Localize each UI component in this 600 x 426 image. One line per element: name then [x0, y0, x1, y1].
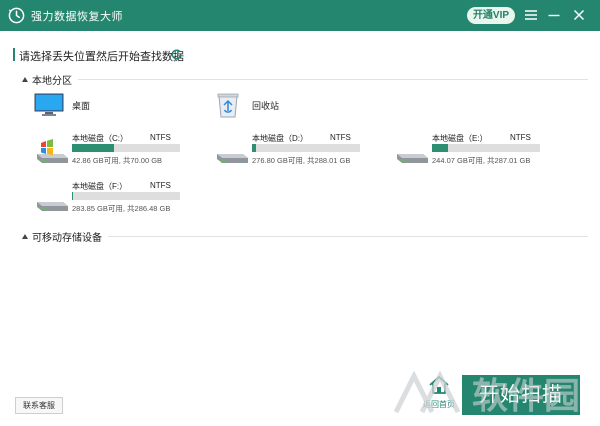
drive-name: 本地磁盘（E:） — [432, 134, 488, 143]
section-divider — [108, 236, 588, 237]
section-divider — [78, 79, 588, 80]
location-recycle-bin[interactable]: 回收站 — [216, 92, 279, 118]
desktop-monitor-icon — [34, 93, 64, 116]
section-label: 可移动存储设备 — [32, 233, 102, 244]
refresh-icon[interactable] — [170, 48, 183, 61]
drive-size-text: 276.80 GB可用, 共288.01 GB — [252, 156, 351, 165]
collapse-triangle-icon[interactable] — [22, 234, 28, 239]
drive-name: 本地磁盘（C:） — [72, 134, 128, 143]
windows-system-drive-icon — [37, 139, 68, 163]
drive-usage-bar — [72, 144, 180, 152]
home-icon — [429, 375, 449, 394]
page-prompt: 请选择丢失位置然后开始查找数据 — [19, 51, 184, 63]
location-label: 桌面 — [72, 100, 91, 111]
section-label: 本地分区 — [32, 76, 72, 87]
title-bar: 强力数据恢复大师 开通VIP — [0, 0, 600, 31]
back-home-label: 返回首页 — [423, 400, 455, 409]
drive-usage-bar — [72, 192, 180, 200]
minimize-icon[interactable] — [545, 6, 563, 24]
start-scan-button[interactable]: 开始扫描 — [462, 375, 580, 415]
drive-c[interactable]: 本地磁盘（C:） NTFS 42.86 GB可用, 共70.00 GB — [35, 133, 185, 173]
drive-size-text: 42.86 GB可用, 共70.00 GB — [72, 156, 163, 165]
hard-drive-icon — [397, 154, 428, 163]
drive-usage-bar — [432, 144, 540, 152]
drive-usage-fill — [72, 144, 115, 152]
contact-support-button[interactable]: 联系客服 — [15, 397, 63, 414]
drive-filesystem: NTFS — [150, 181, 171, 190]
drive-name: 本地磁盘（D:） — [252, 134, 308, 143]
recycle-bin-icon — [217, 93, 239, 118]
hard-drive-icon — [37, 202, 68, 211]
close-icon[interactable] — [570, 6, 588, 24]
collapse-triangle-icon[interactable] — [22, 77, 28, 82]
drive-usage-fill — [72, 192, 74, 200]
drive-d[interactable]: 本地磁盘（D:） NTFS 276.80 GB可用, 共288.01 GB — [215, 133, 365, 173]
header-accent-bar — [13, 48, 15, 61]
location-desktop[interactable]: 桌面 — [34, 93, 90, 117]
hamburger-menu-icon[interactable] — [522, 6, 540, 24]
app-title: 强力数据恢复大师 — [31, 11, 123, 23]
drive-usage-fill — [432, 144, 449, 152]
removable-storage-section[interactable]: 可移动存储设备 — [22, 229, 588, 244]
drive-size-text: 244.07 GB可用, 共287.01 GB — [432, 156, 531, 165]
local-partition-section[interactable]: 本地分区 — [22, 72, 588, 87]
recovery-logo-icon — [8, 7, 25, 24]
hard-drive-icon — [217, 154, 248, 163]
open-vip-button[interactable]: 开通VIP — [467, 7, 515, 24]
drive-usage-fill — [252, 144, 257, 152]
drive-f[interactable]: 本地磁盘（F:） NTFS 283.85 GB可用, 共286.48 GB — [35, 181, 185, 221]
location-label: 回收站 — [252, 100, 280, 111]
drive-filesystem: NTFS — [150, 133, 171, 142]
drive-size-text: 283.85 GB可用, 共286.48 GB — [72, 204, 171, 213]
drive-filesystem: NTFS — [330, 133, 351, 142]
drive-usage-bar — [252, 144, 360, 152]
drive-name: 本地磁盘（F:） — [72, 182, 128, 191]
back-home-button[interactable]: 返回首页 — [420, 375, 458, 415]
drive-filesystem: NTFS — [510, 133, 531, 142]
drive-e[interactable]: 本地磁盘（E:） NTFS 244.07 GB可用, 共287.01 GB — [395, 133, 545, 173]
